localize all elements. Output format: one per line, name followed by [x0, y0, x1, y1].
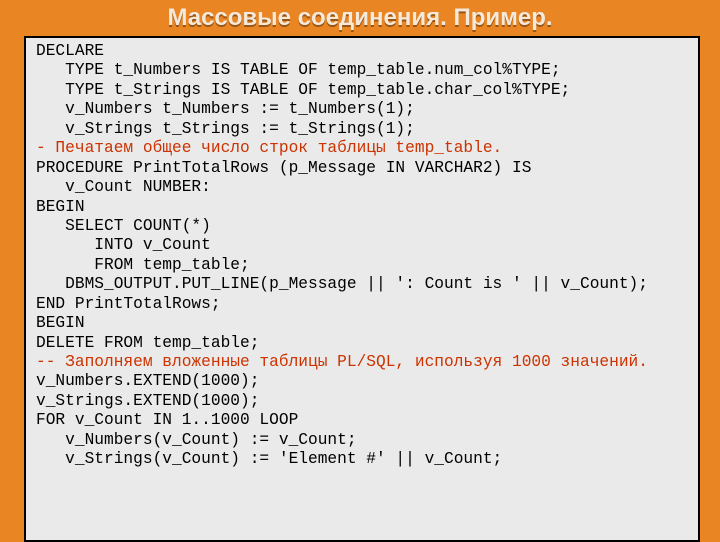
- slide-title: Массовые соединения. Пример.: [0, 4, 720, 32]
- code-line: DBMS_OUTPUT.PUT_LINE(p_Message || ': Cou…: [36, 275, 648, 293]
- code-line: DELETE FROM temp_table;: [36, 334, 259, 352]
- code-line: FROM temp_table;: [36, 256, 250, 274]
- code-line: SELECT COUNT(*): [36, 217, 211, 235]
- code-line: TYPE t_Strings IS TABLE OF temp_table.ch…: [36, 81, 570, 99]
- slide: Массовые соединения. Пример. Массовые со…: [0, 0, 720, 540]
- code-line-comment: - Печатаем общее число строк таблицы tem…: [36, 139, 502, 157]
- code-line: END PrintTotalRows;: [36, 295, 221, 313]
- code-line: BEGIN: [36, 198, 85, 216]
- code-line: FOR v_Count IN 1..1000 LOOP: [36, 411, 298, 429]
- code-box: DECLARE TYPE t_Numbers IS TABLE OF temp_…: [24, 36, 700, 542]
- code-line: v_Strings.EXTEND(1000);: [36, 392, 259, 410]
- code-line: v_Numbers t_Numbers := t_Numbers(1);: [36, 100, 415, 118]
- code-line: PROCEDURE PrintTotalRows (p_Message IN V…: [36, 159, 531, 177]
- code-line: v_Numbers(v_Count) := v_Count;: [36, 431, 357, 449]
- code-line: INTO v_Count: [36, 236, 211, 254]
- code-line: DECLARE: [36, 42, 104, 60]
- code-line: v_Strings(v_Count) := 'Element #' || v_C…: [36, 450, 502, 468]
- code-line: v_Count NUMBER:: [36, 178, 211, 196]
- code-line: v_Numbers.EXTEND(1000);: [36, 372, 259, 390]
- code-line: v_Strings t_Strings := t_Strings(1);: [36, 120, 415, 138]
- code-line: TYPE t_Numbers IS TABLE OF temp_table.nu…: [36, 61, 561, 79]
- code-line: BEGIN: [36, 314, 85, 332]
- code-line-comment: -- Заполняем вложенные таблицы PL/SQL, и…: [36, 353, 648, 371]
